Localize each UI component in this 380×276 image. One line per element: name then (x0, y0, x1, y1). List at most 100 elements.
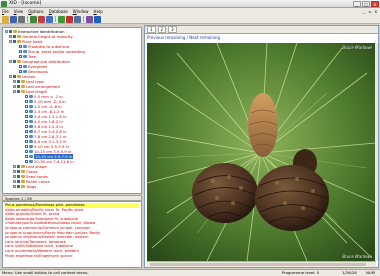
scroll-thumb[interactable] (150, 263, 366, 266)
help-icon[interactable] (94, 15, 101, 23)
expand-toggle-icon[interactable]: - (13, 180, 16, 183)
open-icon[interactable] (2, 15, 9, 23)
expand-toggle-icon[interactable]: - (9, 75, 12, 78)
state-icon (23, 45, 27, 48)
tree-checkbox[interactable] (19, 65, 22, 68)
state-icon (23, 70, 27, 73)
character-tree[interactable]: - Interactive Identification - General heig… (2, 27, 142, 194)
tree-checkbox[interactable] (17, 85, 20, 88)
folder-icon (21, 180, 25, 183)
tree-checkbox[interactable] (25, 150, 28, 153)
image-icon[interactable] (74, 15, 81, 23)
maximize-button[interactable]: □ (362, 0, 370, 7)
tree-checkbox[interactable] (9, 30, 12, 33)
image-tab-1[interactable]: 1 (147, 26, 156, 33)
image-tab-2[interactable]: 2 (157, 26, 167, 33)
expand-toggle-icon[interactable]: - (9, 60, 12, 63)
tree-checkbox[interactable] (25, 110, 28, 113)
window-title: XID - [Ixcome] (9, 1, 42, 6)
tree-checkbox[interactable] (17, 175, 20, 178)
tree-checkbox[interactable] (25, 130, 28, 133)
image-tabs: 1 2 3 (145, 26, 378, 34)
status-progress: Programme level: 0 (282, 270, 320, 275)
tree-checkbox[interactable] (19, 70, 22, 73)
taxa-icon[interactable] (38, 15, 45, 23)
image-tab-3[interactable]: 3 (168, 26, 177, 33)
state-icon (29, 115, 33, 118)
state-icon (29, 95, 33, 98)
minimize-button[interactable]: _ (353, 0, 361, 7)
image-panel: 1 2 3 Previous remaining / Next remainin… (144, 25, 379, 268)
tree-checkbox[interactable] (17, 180, 20, 183)
tree-checkbox[interactable] (25, 105, 28, 108)
tree-checkbox[interactable] (17, 165, 20, 168)
expand-toggle-icon[interactable]: - (9, 35, 12, 38)
expand-toggle-icon[interactable]: - (13, 185, 16, 188)
tree-checkbox[interactable] (13, 35, 16, 38)
menu-file[interactable]: File (2, 9, 9, 14)
expand-toggle-icon[interactable]: - (13, 90, 16, 93)
save-icon[interactable] (10, 15, 17, 23)
expand-toggle-icon[interactable]: - (13, 165, 16, 168)
menu-view[interactable]: View (14, 9, 24, 14)
compare-icon[interactable] (86, 15, 93, 23)
state-icon (29, 160, 33, 163)
tree-checkbox[interactable] (13, 40, 16, 43)
tree-checkbox[interactable] (13, 60, 16, 63)
tree-checkbox[interactable] (17, 90, 20, 93)
tree-checkbox[interactable] (17, 185, 20, 188)
menu-window[interactable]: Window (73, 9, 89, 14)
tree-checkbox[interactable] (25, 140, 28, 143)
state-icon (23, 55, 27, 58)
photo-credit-top: Bruce Marlowe (342, 45, 372, 50)
toolbar-separator (27, 16, 28, 22)
print-icon[interactable] (18, 15, 25, 23)
tree-checkbox[interactable] (25, 160, 28, 163)
image-horizontal-scrollbar[interactable] (147, 261, 376, 267)
status-bar: Menu: Use small button to call context m… (0, 269, 380, 276)
folder-icon (17, 40, 21, 43)
tree-checkbox[interactable] (25, 155, 28, 158)
taxa-list[interactable]: Pinus ponderosa/Ponderosa pine, ponderos… (2, 201, 142, 268)
folder-icon (21, 80, 25, 83)
tree-checkbox[interactable] (19, 50, 22, 53)
tree-checkbox[interactable] (25, 95, 28, 98)
expand-toggle-icon[interactable]: - (13, 170, 16, 173)
menu-options[interactable]: Options (28, 9, 43, 14)
image-vertical-scrollbar[interactable] (375, 43, 378, 261)
menu-help[interactable]: Help (94, 9, 103, 14)
run-icon[interactable] (58, 15, 65, 23)
filter-icon[interactable] (46, 15, 53, 23)
tree-checkbox[interactable] (17, 170, 20, 173)
tree-checkbox[interactable] (25, 135, 28, 138)
tree-icon[interactable] (30, 15, 37, 23)
tree-checkbox[interactable] (25, 125, 28, 128)
photo-navigation[interactable]: Previous remaining / Next remaining (145, 34, 378, 42)
tree-checkbox[interactable] (25, 120, 28, 123)
mdi-controls[interactable]: _ ▫ x (363, 9, 378, 14)
tree-checkbox[interactable] (25, 100, 28, 103)
state-icon (23, 65, 27, 68)
state-icon (29, 140, 33, 143)
expand-toggle-icon[interactable]: - (13, 80, 16, 83)
folder-icon (17, 60, 21, 63)
tree-row[interactable]: - Twigs (5, 184, 139, 189)
close-button[interactable]: x (371, 0, 379, 7)
tree-checkbox[interactable] (19, 45, 22, 48)
app-icon (1, 0, 7, 7)
state-icon (29, 105, 33, 108)
tree-checkbox[interactable] (25, 145, 28, 148)
taxon-item[interactable]: Picea engelmannii/Engelmann spruce (5, 254, 139, 259)
state-icon (29, 125, 33, 128)
stop-icon[interactable] (66, 15, 73, 23)
tree-checkbox[interactable] (25, 115, 28, 118)
expand-toggle-icon[interactable]: - (13, 85, 16, 88)
tree-checkbox[interactable] (19, 55, 22, 58)
expand-toggle-icon[interactable]: - (5, 30, 8, 33)
expand-toggle-icon[interactable]: - (13, 175, 16, 178)
folder-icon (17, 35, 21, 38)
tree-checkbox[interactable] (13, 75, 16, 78)
menu-database[interactable]: Database (49, 9, 68, 14)
tree-checkbox[interactable] (17, 80, 20, 83)
expand-toggle-icon[interactable]: - (9, 40, 12, 43)
